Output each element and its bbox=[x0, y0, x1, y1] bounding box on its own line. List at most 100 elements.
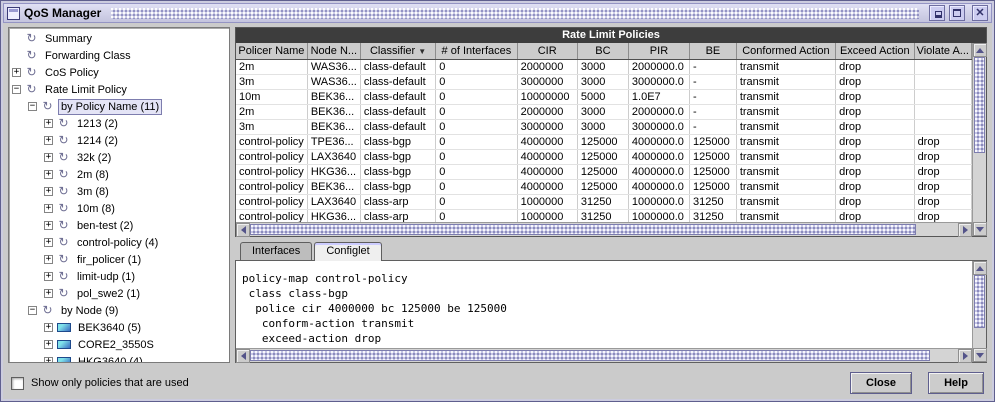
collapse-icon[interactable]: − bbox=[28, 102, 37, 111]
expand-icon[interactable]: + bbox=[12, 68, 21, 77]
table-cell: class-arp bbox=[360, 209, 435, 222]
scroll-up-button[interactable] bbox=[973, 261, 987, 275]
expand-icon[interactable]: + bbox=[44, 136, 53, 145]
expand-icon[interactable]: + bbox=[44, 187, 53, 196]
expand-icon[interactable]: + bbox=[44, 153, 53, 162]
policy-icon: ↻ bbox=[57, 219, 70, 232]
collapse-icon[interactable]: − bbox=[12, 85, 21, 94]
maximize-button[interactable] bbox=[949, 5, 965, 21]
scroll-right-button[interactable] bbox=[958, 349, 972, 363]
show-used-policies-checkbox[interactable] bbox=[11, 377, 24, 390]
scrollbar-track[interactable] bbox=[250, 223, 958, 236]
tree-item[interactable]: ↻Summary bbox=[9, 30, 229, 47]
tree-item[interactable]: +↻control-policy (4) bbox=[9, 234, 229, 251]
column-header-label: # of Interfaces bbox=[442, 45, 512, 57]
expand-icon[interactable]: + bbox=[44, 255, 53, 264]
expand-icon[interactable]: + bbox=[44, 357, 53, 363]
table-row[interactable]: control-policyHKG36...class-arp010000003… bbox=[236, 209, 972, 222]
column-header[interactable]: Node N... bbox=[307, 43, 360, 59]
column-header[interactable]: BC bbox=[577, 43, 628, 59]
expand-icon[interactable]: + bbox=[44, 119, 53, 128]
tree-item[interactable]: +HKG3640 (4) bbox=[9, 353, 229, 363]
minimize-button[interactable] bbox=[929, 5, 945, 21]
tree-item[interactable]: +↻CoS Policy bbox=[9, 64, 229, 81]
table-cell: BEK36... bbox=[307, 104, 360, 119]
tree-item[interactable]: +↻limit-udp (1) bbox=[9, 268, 229, 285]
tree-item[interactable]: +↻1214 (2) bbox=[9, 132, 229, 149]
table-row[interactable]: control-policyBEK36...class-bgp040000001… bbox=[236, 179, 972, 194]
table-row[interactable]: 2mWAS36...class-default02000000300020000… bbox=[236, 59, 972, 74]
tree-item[interactable]: +↻10m (8) bbox=[9, 200, 229, 217]
expand-icon[interactable]: + bbox=[44, 289, 53, 298]
table-column-area: Policer NameNode N...Classifier▼ # of Int… bbox=[236, 43, 972, 236]
scrollbar-track[interactable] bbox=[250, 349, 958, 362]
tree-item[interactable]: ↻Forwarding Class bbox=[9, 47, 229, 64]
help-button[interactable]: Help bbox=[928, 372, 984, 394]
scroll-down-button[interactable] bbox=[973, 348, 987, 362]
scroll-down-button[interactable] bbox=[973, 222, 987, 236]
scroll-up-button[interactable] bbox=[973, 43, 987, 57]
tree-item[interactable]: +↻pol_swe2 (1) bbox=[9, 285, 229, 302]
table-row[interactable]: 10mBEK36...class-default01000000050001.0… bbox=[236, 89, 972, 104]
tree-item[interactable]: +BEK3640 (5) bbox=[9, 319, 229, 336]
column-header[interactable]: Conformed Action bbox=[736, 43, 835, 59]
tab-configlet[interactable]: Configlet bbox=[314, 242, 381, 261]
expand-icon[interactable]: + bbox=[44, 340, 53, 349]
titlebar[interactable]: QoS Manager ✕ bbox=[3, 3, 992, 23]
table-row[interactable]: 2mBEK36...class-default02000000300020000… bbox=[236, 104, 972, 119]
collapse-icon[interactable]: − bbox=[28, 306, 37, 315]
bottom-tabs: Interfaces Configlet bbox=[235, 242, 987, 260]
table-row[interactable]: control-policyHKG36...class-bgp040000001… bbox=[236, 164, 972, 179]
scrollbar-thumb[interactable] bbox=[974, 275, 985, 328]
tree-item[interactable]: +↻fir_policer (1) bbox=[9, 251, 229, 268]
close-button[interactable]: Close bbox=[850, 372, 912, 394]
scrollbar-thumb[interactable] bbox=[250, 224, 916, 235]
tree-item[interactable]: −↻Rate Limit Policy bbox=[9, 81, 229, 98]
table-row[interactable]: control-policyLAX3640class-arp0100000031… bbox=[236, 194, 972, 209]
expand-icon[interactable]: + bbox=[44, 272, 53, 281]
scrollbar-track[interactable] bbox=[973, 57, 986, 222]
tab-interfaces[interactable]: Interfaces bbox=[240, 242, 312, 260]
configlet-horizontal-scrollbar[interactable] bbox=[236, 348, 972, 362]
table-cell: 4000000 bbox=[517, 134, 577, 149]
scrollbar-track[interactable] bbox=[973, 275, 986, 348]
expand-icon[interactable]: + bbox=[44, 204, 53, 213]
tree-item[interactable]: +↻3m (8) bbox=[9, 183, 229, 200]
column-header[interactable]: # of Interfaces bbox=[436, 43, 517, 59]
expand-icon[interactable]: + bbox=[44, 170, 53, 179]
table-row[interactable]: 3mWAS36...class-default03000000300030000… bbox=[236, 74, 972, 89]
tree-item[interactable]: +CORE2_3550S bbox=[9, 336, 229, 353]
column-header[interactable]: PIR bbox=[628, 43, 689, 59]
table-viewport[interactable]: Policer NameNode N...Classifier▼ # of Int… bbox=[236, 43, 972, 222]
column-header[interactable]: CIR bbox=[517, 43, 577, 59]
column-header[interactable]: Exceed Action bbox=[836, 43, 914, 59]
tree-item[interactable]: +↻32k (2) bbox=[9, 149, 229, 166]
column-header[interactable]: Classifier▼ bbox=[360, 43, 435, 59]
table-row[interactable]: control-policyTPE36...class-bgp040000001… bbox=[236, 134, 972, 149]
table-row[interactable]: control-policyLAX3640class-bgp0400000012… bbox=[236, 149, 972, 164]
table-cell: transmit bbox=[736, 74, 835, 89]
tree-item[interactable]: −↻by Policy Name (11) bbox=[9, 98, 229, 115]
scrollbar-thumb[interactable] bbox=[974, 57, 985, 153]
table-horizontal-scrollbar[interactable] bbox=[236, 222, 972, 236]
table-vertical-scrollbar[interactable] bbox=[972, 43, 986, 236]
tree-item[interactable]: +↻ben-test (2) bbox=[9, 217, 229, 234]
close-window-button[interactable]: ✕ bbox=[972, 5, 988, 21]
tree-item[interactable]: +↻2m (8) bbox=[9, 166, 229, 183]
column-header[interactable]: Policer Name bbox=[236, 43, 307, 59]
column-header[interactable]: Violate A... bbox=[914, 43, 971, 59]
tree-item[interactable]: −↻by Node (9) bbox=[9, 302, 229, 319]
scroll-left-button[interactable] bbox=[236, 223, 250, 237]
column-header[interactable]: BE bbox=[690, 43, 737, 59]
expand-icon[interactable]: + bbox=[44, 323, 53, 332]
configlet-text[interactable]: policy-map control-policy class class-bg… bbox=[236, 261, 972, 348]
scrollbar-thumb[interactable] bbox=[250, 350, 930, 361]
scroll-right-button[interactable] bbox=[958, 223, 972, 237]
expand-icon[interactable]: + bbox=[44, 221, 53, 230]
scroll-left-button[interactable] bbox=[236, 349, 250, 363]
configlet-vertical-scrollbar[interactable] bbox=[972, 261, 986, 362]
expand-icon[interactable]: + bbox=[44, 238, 53, 247]
table-row[interactable]: 3mBEK36...class-default03000000300030000… bbox=[236, 119, 972, 134]
tree-item[interactable]: +↻1213 (2) bbox=[9, 115, 229, 132]
policy-tree[interactable]: ↻Summary↻Forwarding Class+↻CoS Policy−↻R… bbox=[8, 27, 230, 363]
